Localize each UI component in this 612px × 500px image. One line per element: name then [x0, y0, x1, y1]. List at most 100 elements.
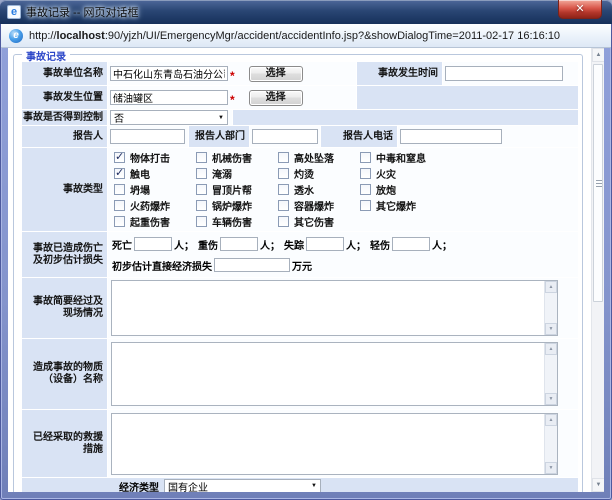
brief-label-line2: 现场情况	[63, 308, 103, 320]
checkbox[interactable]	[278, 216, 289, 227]
checkbox[interactable]	[114, 200, 125, 211]
checkbox[interactable]	[114, 184, 125, 195]
row-rescue: 已经采取的救援 措施 ▲ ▼	[22, 410, 578, 477]
reporter-input[interactable]	[110, 129, 185, 144]
scroll-down-icon[interactable]: ▼	[545, 462, 557, 474]
accident-type-item: 坍塌	[114, 182, 196, 197]
rescue-textarea[interactable]: ▲ ▼	[111, 413, 558, 475]
economic-loss-label: 初步估计直接经济损失	[112, 258, 212, 273]
accident-type-item: 火药爆炸	[114, 198, 196, 213]
brief-label-line1: 事故简要经过及	[33, 296, 103, 308]
scroll-down-icon[interactable]: ▼	[545, 323, 557, 335]
reporter-phone-input[interactable]	[400, 129, 502, 144]
scroll-up-icon[interactable]: ▲	[545, 281, 557, 293]
accident-type-item: 容器爆炸	[278, 198, 360, 213]
accident-time-input[interactable]	[445, 66, 563, 81]
casualty-counts-line: 死亡 人； 重伤 人； 失踪 人； 轻伤 人；	[110, 234, 578, 255]
minor-count-input[interactable]	[392, 237, 430, 251]
url-rest: :90/yjzh/UI/EmergencyMgr/accident/accide…	[105, 30, 560, 42]
textarea-scrollbar[interactable]: ▲ ▼	[544, 343, 557, 405]
checkbox[interactable]	[278, 168, 289, 179]
page-scrollbar[interactable]: ▲ ▼	[591, 48, 604, 492]
url-text: http://localhost:90/yjzh/UI/EmergencyMgr…	[29, 30, 560, 42]
checkbox[interactable]	[278, 152, 289, 163]
checkbox[interactable]	[114, 168, 125, 179]
checkbox[interactable]	[360, 200, 371, 211]
accident-type-item: 高处坠落	[278, 150, 360, 165]
scroll-up-icon[interactable]: ▲	[545, 414, 557, 426]
location-input[interactable]	[110, 90, 228, 105]
dialog-content: 事故记录 事故单位名称 * 选择 事故发生时间	[8, 48, 604, 492]
ie-globe-icon: e	[9, 29, 23, 43]
checkbox[interactable]	[196, 184, 207, 195]
reporter-label: 报告人	[73, 131, 103, 143]
reporter-dept-input[interactable]	[252, 129, 318, 144]
scroll-down-icon[interactable]: ▼	[592, 478, 604, 492]
checkbox[interactable]	[196, 168, 207, 179]
checkbox[interactable]	[360, 184, 371, 195]
missing-count-input[interactable]	[306, 237, 344, 251]
accident-type-item: 透水	[278, 182, 360, 197]
checkbox[interactable]	[360, 152, 371, 163]
checkbox[interactable]	[278, 200, 289, 211]
checkbox[interactable]	[196, 216, 207, 227]
dialog-window: e 事故记录 -- 网页对话框 ✕ e http://localhost:90/…	[0, 0, 612, 500]
scroll-up-icon[interactable]: ▲	[545, 343, 557, 355]
required-asterisk: *	[230, 69, 235, 83]
casualty-label-line1: 事故已造成伤亡	[33, 243, 103, 255]
row-location: 事故发生位置 * 选择	[22, 86, 578, 109]
economic-loss-unit: 万元	[292, 258, 312, 273]
serious-count-input[interactable]	[220, 237, 258, 251]
accident-type-item: 淹溺	[196, 166, 278, 181]
url-prefix: http://	[29, 30, 57, 42]
death-count-input[interactable]	[134, 237, 172, 251]
scroll-down-icon[interactable]: ▼	[545, 393, 557, 405]
scroll-up-icon[interactable]: ▲	[592, 48, 604, 62]
unit-name-label: 事故单位名称	[43, 68, 103, 80]
title-bar[interactable]: e 事故记录 -- 网页对话框 ✕	[0, 0, 612, 24]
unit-choose-button[interactable]: 选择	[249, 66, 303, 82]
casualty-label-line2: 及初步估计损失	[33, 255, 103, 267]
economic-type-value: 国有企业	[168, 479, 208, 493]
unit-name-input[interactable]	[110, 66, 228, 81]
scrollbar-grip	[596, 183, 602, 184]
material-label-line2: （设备）名称	[43, 374, 103, 386]
rescue-label-line1: 已经采取的救援	[33, 432, 103, 444]
material-textarea[interactable]: ▲ ▼	[111, 342, 558, 406]
material-label-line1: 造成事故的物质	[33, 362, 103, 374]
textarea-scrollbar[interactable]: ▲ ▼	[544, 414, 557, 474]
time-label: 事故发生时间	[378, 68, 438, 80]
checkbox[interactable]	[278, 184, 289, 195]
close-button[interactable]: ✕	[558, 0, 602, 19]
accident-type-item: 起重伤害	[114, 214, 196, 229]
checkbox[interactable]	[114, 152, 125, 163]
rescue-label-line2: 措施	[83, 444, 103, 456]
controlled-select[interactable]: 否 ▼	[110, 110, 228, 125]
minor-unit: 人；	[432, 237, 452, 252]
textarea-scrollbar[interactable]: ▲ ▼	[544, 281, 557, 335]
accident-record-fieldset: 事故记录 事故单位名称 * 选择 事故发生时间	[13, 54, 583, 492]
death-label: 死亡	[112, 237, 132, 252]
checkbox[interactable]	[360, 168, 371, 179]
scrollbar-thumb[interactable]	[593, 64, 603, 302]
location-choose-button[interactable]: 选择	[249, 90, 303, 106]
row-accident-type: 事故类型 物体打击 机械伤害 高处坠落 中毒和窒息 触电 淹溺 灼烫 火灾 坍塌	[22, 148, 578, 231]
brief-textarea[interactable]: ▲ ▼	[111, 280, 558, 336]
url-host: localhost	[57, 30, 105, 42]
checkbox[interactable]	[114, 216, 125, 227]
economic-loss-line: 初步估计直接经济损失 万元	[110, 255, 578, 276]
accident-type-item: 放炮	[360, 182, 442, 197]
accident-type-item: 灼烫	[278, 166, 360, 181]
controlled-label: 事故是否得到控制	[23, 112, 103, 124]
economic-type-select[interactable]: 国有企业 ▼	[164, 479, 321, 493]
fieldset-legend: 事故记录	[22, 48, 70, 63]
accident-type-item: 其它爆炸	[360, 198, 442, 213]
row-brief: 事故简要经过及 现场情况 ▲ ▼	[22, 278, 578, 338]
accident-type-item: 锅炉爆炸	[196, 198, 278, 213]
checkbox[interactable]	[196, 152, 207, 163]
accident-type-item: 中毒和窒息	[360, 150, 442, 165]
row-controlled: 事故是否得到控制 否 ▼	[22, 110, 578, 125]
checkbox[interactable]	[196, 200, 207, 211]
economic-loss-input[interactable]	[214, 258, 290, 272]
serious-label: 重伤	[198, 237, 218, 252]
